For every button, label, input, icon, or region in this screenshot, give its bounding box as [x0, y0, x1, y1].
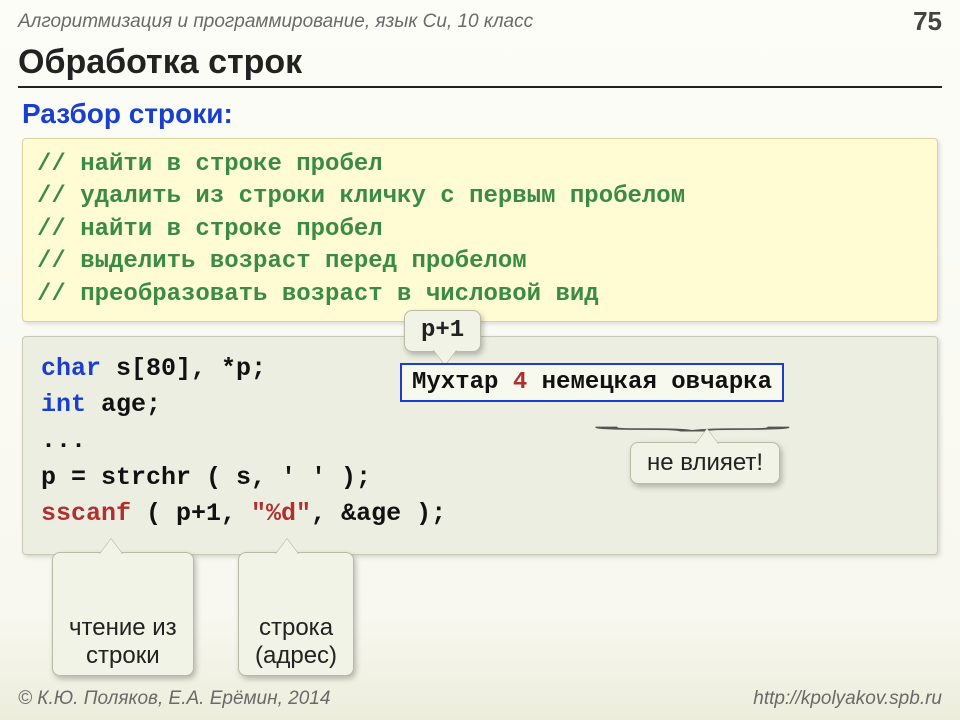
keyword-int: int	[41, 390, 86, 419]
authors-label: © К.Ю. Поляков, Е.А. Ерёмин, 2014	[18, 688, 330, 710]
code-line: p = strchr ( s, ' ' );	[41, 460, 919, 496]
example-highlight: 4	[513, 369, 527, 396]
callout-tail-icon	[99, 539, 123, 555]
page-number: 75	[913, 6, 942, 37]
title-underline	[18, 86, 942, 88]
code-text: s[80], *p;	[101, 354, 266, 383]
callout-text: p+1	[421, 317, 464, 344]
fn-sscanf: sscanf	[41, 499, 131, 528]
code-text: ( p+1,	[131, 499, 251, 528]
comment-line: // преобразовать возраст в числовой вид	[37, 279, 923, 311]
brace-icon: ⏟	[592, 406, 794, 431]
callout-string-address: строка (адрес)	[238, 552, 354, 676]
comment-line: // найти в строке пробел	[37, 214, 923, 246]
callout-no-effect: не влияет!	[630, 442, 780, 484]
callout-p-plus-one: p+1	[404, 310, 481, 352]
keyword-char: char	[41, 354, 101, 383]
comment-line: // выделить возраст перед пробелом	[37, 246, 923, 278]
comment-line: // найти в строке пробел	[37, 149, 923, 181]
example-post: немецкая овчарка	[527, 369, 772, 396]
code-text: , &age );	[311, 499, 446, 528]
comment-line: // удалить из строки кличку с первым про…	[37, 181, 923, 213]
comment-block: // найти в строке пробел // удалить из с…	[22, 138, 938, 322]
page-title: Обработка строк	[0, 41, 960, 86]
format-string: "%d"	[251, 499, 311, 528]
callout-read-from-string: чтение из строки	[52, 552, 194, 676]
callout-tail-icon	[275, 539, 299, 555]
footer-url: http://kpolyakov.spb.ru	[753, 688, 942, 710]
example-pre: Мухтар	[412, 369, 513, 396]
code-line: sscanf ( p+1, "%d", &age );	[41, 496, 919, 532]
callout-text: строка (адрес)	[255, 614, 337, 669]
callout-text: чтение из строки	[69, 614, 177, 669]
code-text: age;	[86, 390, 161, 419]
section-subtitle: Разбор строки:	[0, 96, 960, 138]
slide-header: Алгоритмизация и программирование, язык …	[0, 0, 960, 41]
slide-footer: © К.Ю. Поляков, Е.А. Ерёмин, 2014 http:/…	[0, 688, 960, 710]
example-string-box: Мухтар 4 немецкая овчарка	[400, 363, 784, 402]
callout-tail-icon	[695, 429, 719, 445]
course-label: Алгоритмизация и программирование, язык …	[18, 11, 533, 33]
callout-text: не влияет!	[647, 449, 763, 476]
